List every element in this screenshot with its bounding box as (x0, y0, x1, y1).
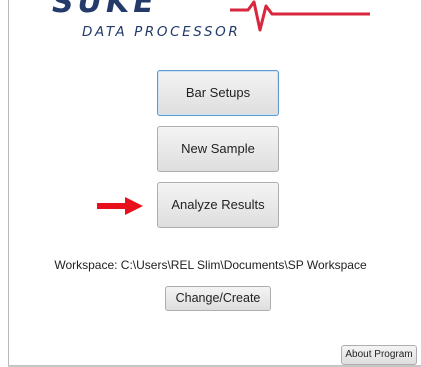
about-program-button[interactable]: About Program (341, 345, 417, 365)
pulse-icon (230, 0, 370, 32)
red-arrow-icon (97, 197, 143, 215)
logo-subtitle: DATA PROCESSOR (82, 24, 241, 40)
change-create-button[interactable]: Change/Create (165, 286, 271, 311)
new-sample-button[interactable]: New Sample (157, 126, 279, 172)
bar-setups-button[interactable]: Bar Setups (157, 70, 279, 116)
analyze-results-button[interactable]: Analyze Results (157, 182, 279, 228)
workspace-path-label: Workspace: C:\Users\REL Slim\Documents\S… (54, 258, 367, 272)
app-logo: SUKE DATA PROCESSOR (52, 0, 372, 52)
